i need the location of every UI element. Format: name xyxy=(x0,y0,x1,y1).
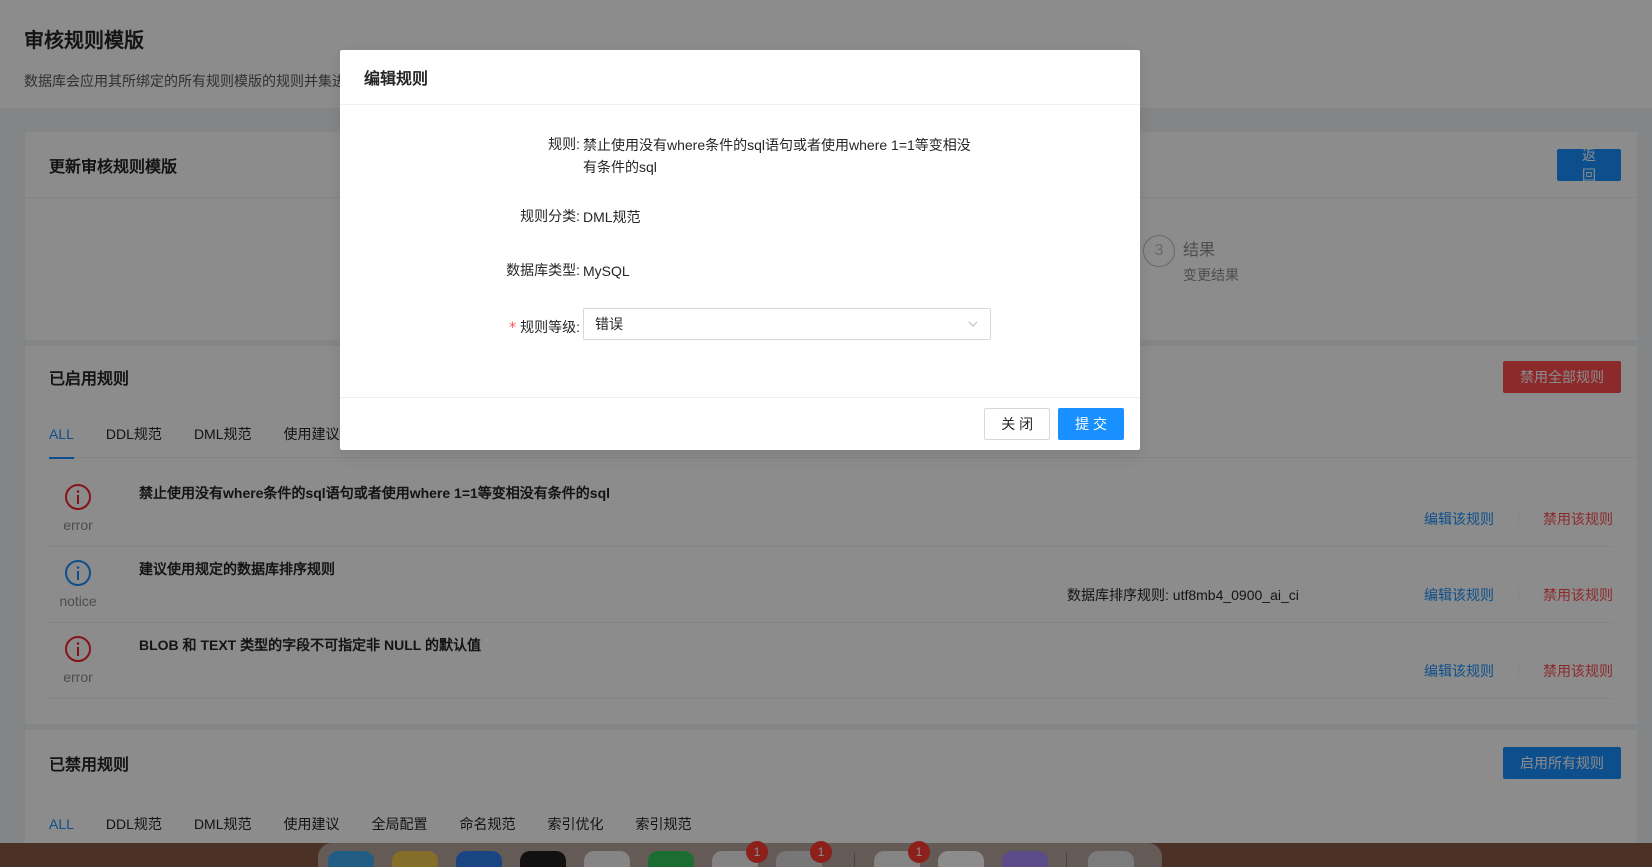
db-type-value: MySQL xyxy=(583,263,630,279)
category-label: 规则分类: xyxy=(520,208,580,224)
rule-label: 规则: xyxy=(548,136,580,152)
rule-value: 禁止使用没有where条件的sql语句或者使用where 1=1等变相没 有条件… xyxy=(583,137,971,175)
level-label: * 规则等级: xyxy=(509,319,580,336)
close-button[interactable]: 关 闭 xyxy=(984,408,1051,440)
edit-rule-modal: 编辑规则 规则: 禁止使用没有where条件的sql语句或者使用where 1=… xyxy=(340,50,1140,450)
submit-button[interactable]: 提 交 xyxy=(1058,408,1124,440)
rule-level-select-value: 错误 xyxy=(595,316,623,332)
modal-title: 编辑规则 xyxy=(340,50,1140,105)
chevron-down-icon xyxy=(968,321,978,327)
db-type-label: 数据库类型: xyxy=(506,262,580,278)
category-value: DML规范 xyxy=(583,209,641,225)
rule-level-select[interactable]: 错误 xyxy=(583,308,991,340)
required-mark: * xyxy=(509,320,517,336)
modal-footer: 关 闭 提 交 xyxy=(340,397,1140,450)
